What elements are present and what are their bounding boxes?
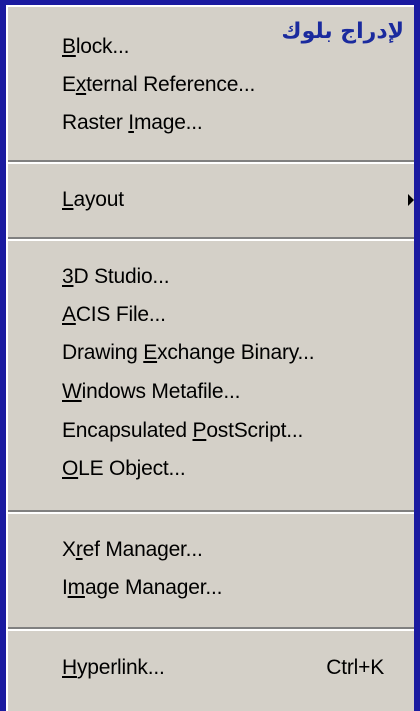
menu-body: لإدراج بلوك Block... External Reference.… bbox=[6, 5, 414, 711]
menu-item-label: Block... bbox=[62, 35, 130, 58]
insert-menu: لإدراج بلوك Block... External Reference.… bbox=[0, 0, 420, 711]
menu-separator bbox=[8, 510, 414, 514]
menu-item-label: 3D Studio... bbox=[62, 265, 170, 288]
menu-item-label: ACIS File... bbox=[62, 303, 166, 326]
menu-item-ole-object[interactable]: OLE Object... bbox=[8, 451, 414, 487]
menu-item-label: External Reference... bbox=[62, 73, 256, 96]
menu-item-drawing-exchange-binary[interactable]: Drawing Exchange Binary... bbox=[8, 335, 414, 371]
menu-separator bbox=[8, 237, 414, 241]
menu-item-label: Hyperlink... bbox=[62, 656, 165, 679]
menu-item-label: OLE Object... bbox=[62, 457, 186, 480]
menu-item-external-reference[interactable]: External Reference... bbox=[8, 67, 414, 103]
menu-item-raster-image[interactable]: Raster Image... bbox=[8, 105, 414, 141]
menu-item-xref-manager[interactable]: Xref Manager... bbox=[8, 532, 414, 568]
menu-item-block[interactable]: Block... bbox=[8, 29, 414, 65]
submenu-arrow-icon bbox=[408, 194, 414, 206]
menu-item-label: Drawing Exchange Binary... bbox=[62, 341, 315, 364]
menu-item-label: Image Manager... bbox=[62, 576, 223, 599]
menu-item-3d-studio[interactable]: 3D Studio... bbox=[8, 259, 414, 295]
menu-item-image-manager[interactable]: Image Manager... bbox=[8, 570, 414, 606]
menu-item-label: Layout bbox=[62, 188, 124, 211]
menu-separator bbox=[8, 627, 414, 631]
menu-item-acis-file[interactable]: ACIS File... bbox=[8, 297, 414, 333]
menu-item-hyperlink[interactable]: Hyperlink... Ctrl+K bbox=[8, 650, 414, 686]
menu-item-label: Xref Manager... bbox=[62, 538, 203, 561]
menu-item-windows-metafile[interactable]: Windows Metafile... bbox=[8, 374, 414, 410]
menu-item-encapsulated-postscript[interactable]: Encapsulated PostScript... bbox=[8, 413, 414, 449]
menu-item-layout[interactable]: Layout bbox=[8, 182, 414, 218]
menu-item-label: Raster Image... bbox=[62, 111, 203, 134]
menu-item-label: Encapsulated PostScript... bbox=[62, 419, 304, 442]
shortcut-label: Ctrl+K bbox=[326, 656, 384, 679]
menu-item-label: Windows Metafile... bbox=[62, 380, 241, 403]
menu-separator bbox=[8, 160, 414, 164]
